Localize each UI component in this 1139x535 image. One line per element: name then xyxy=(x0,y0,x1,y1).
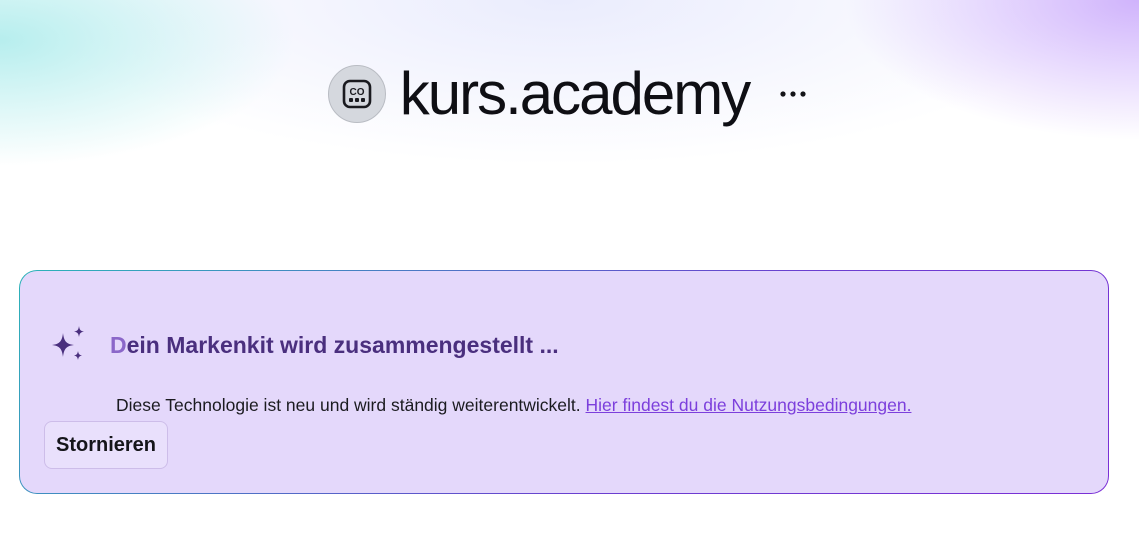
brand-header: CO kurs.academy xyxy=(0,58,1139,130)
panel-title-row: Dein Markenkit wird zusammengestellt ... xyxy=(48,323,559,367)
info-text: Diese Technologie ist neu und wird ständ… xyxy=(116,395,586,415)
brand-avatar-initials: CO xyxy=(349,87,364,98)
more-options-button[interactable] xyxy=(775,76,811,112)
cancel-button[interactable]: Stornieren xyxy=(44,421,169,469)
panel-info-text: Diese Technologie ist neu und wird ständ… xyxy=(116,395,911,416)
panel-title: Dein Markenkit wird zusammengestellt ... xyxy=(110,331,559,358)
brand-name[interactable]: kurs.academy xyxy=(400,58,751,130)
sparkle-icon xyxy=(52,326,84,360)
panel-title-first-letter: D xyxy=(110,331,127,358)
brand-logo-icon[interactable]: CO xyxy=(327,65,386,123)
terms-link[interactable]: Hier findest du die Nutzungsbedingungen. xyxy=(586,395,912,415)
more-horizontal-icon xyxy=(780,91,806,97)
brand-logo-glyph: CO xyxy=(342,79,372,109)
brand-kit-progress-panel: Dein Markenkit wird zusammengestellt ...… xyxy=(19,270,1109,494)
